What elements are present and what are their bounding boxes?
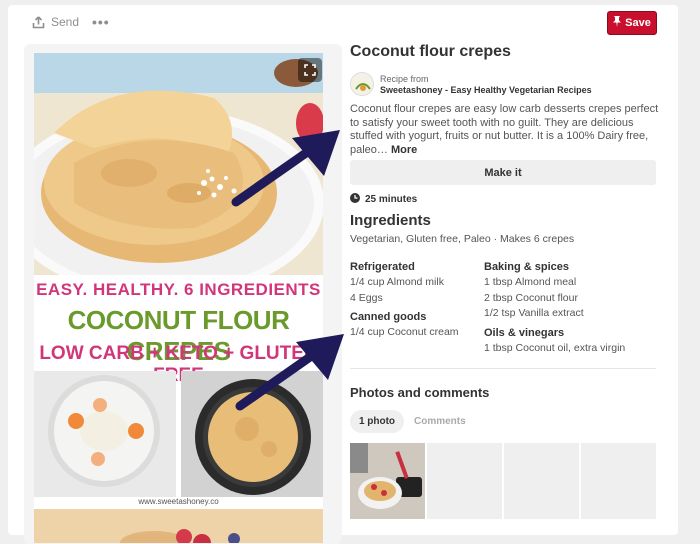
pin-image-collage (34, 371, 323, 497)
more-link[interactable]: More (391, 144, 417, 156)
save-button[interactable]: Save (607, 11, 657, 35)
clock-icon (350, 193, 360, 206)
ingredient-group: Refrigerated 1/4 cup Almond milk 4 Eggs (350, 260, 490, 306)
section-divider (350, 368, 656, 369)
cook-time: 25 minutes (350, 193, 417, 206)
ingredient-group: Canned goods 1/4 cup Coconut cream (350, 310, 490, 341)
recipe-from-label: Recipe from (380, 74, 429, 84)
ingredient-group-heading: Oils & vinegars (484, 326, 565, 339)
expand-icon[interactable] (298, 58, 322, 82)
ingredient-group-heading: Canned goods (350, 311, 427, 323)
pan-photo (181, 371, 323, 497)
avatar[interactable] (350, 72, 374, 96)
ingredient-item: 1 tbsp Almond meal (484, 276, 577, 288)
ingredients-column-2: Baking & spices 1 tbsp Almond meal 2 tbs… (484, 260, 660, 360)
crepe-photo (34, 53, 323, 275)
ingredient-item: 1/4 cup Almond milk (350, 276, 444, 288)
banner-line-1: EASY. HEALTHY. 6 INGREDIENTS (36, 280, 321, 299)
pin-card: Send ••• Save EASY. HEALTHY. 6 INGREDIEN… (8, 5, 678, 544)
save-label: Save (625, 17, 651, 29)
photo-thumbnail-empty (581, 443, 656, 519)
ingredients-title: Ingredients (350, 212, 431, 229)
send-button[interactable]: Send (32, 15, 79, 29)
pin-image-watermark: www.sweetashoney.co (138, 497, 219, 506)
photo-thumbnail-empty (427, 443, 502, 519)
share-icon (32, 15, 45, 29)
ingredient-group-heading: Refrigerated (350, 261, 415, 273)
make-it-button[interactable]: Make it (350, 160, 656, 185)
photos-comments-title: Photos and comments (350, 385, 490, 400)
pin-description: Coconut flour crepes are easy low carb d… (350, 103, 660, 157)
photo-thumbnail-empty (504, 443, 579, 519)
more-options-button[interactable]: ••• (92, 14, 110, 30)
ingredient-item: 1/4 cup Coconut cream (350, 326, 459, 338)
berries-photo (34, 509, 323, 543)
pin-title: Coconut flour crepes (350, 43, 511, 60)
top-bar: Send ••• Save (8, 5, 678, 43)
source-link[interactable]: Sweetashoney - Easy Healthy Vegetarian R… (380, 85, 592, 95)
ingredients-column-1: Refrigerated 1/4 cup Almond milk 4 Eggs … (350, 260, 490, 345)
ingredient-group-heading: Baking & spices (484, 261, 569, 273)
pin-image[interactable]: EASY. HEALTHY. 6 INGREDIENTS COCONUT FLO… (34, 53, 323, 543)
batter-photo (34, 371, 176, 497)
photo-thumbnails (350, 443, 656, 519)
ingredient-item: 4 Eggs (350, 291, 383, 304)
cook-time-label: 25 minutes (365, 194, 418, 205)
ingredient-item: 1 tbsp Coconut oil, extra virgin (484, 341, 626, 354)
ingredients-tags: Vegetarian, Gluten free, Paleo · Makes 6… (350, 233, 575, 245)
pin-image-banner: EASY. HEALTHY. 6 INGREDIENTS COCONUT FLO… (34, 275, 323, 386)
ingredient-group: Baking & spices 1 tbsp Almond meal 2 tbs… (484, 260, 660, 322)
photo-thumbnail[interactable] (350, 443, 425, 519)
ingredient-item: 2 tbsp Coconut flour (484, 291, 578, 304)
ingredient-item: 1/2 tsp Vanilla extract (484, 307, 584, 319)
tab-comments[interactable]: Comments (414, 410, 466, 433)
pin-icon (613, 16, 622, 30)
pin-image-panel: EASY. HEALTHY. 6 INGREDIENTS COCONUT FLO… (24, 44, 342, 544)
send-label: Send (51, 15, 80, 29)
tab-photos[interactable]: 1 photo (350, 410, 404, 433)
ingredient-group: Oils & vinegars 1 tbsp Coconut oil, extr… (484, 326, 660, 357)
